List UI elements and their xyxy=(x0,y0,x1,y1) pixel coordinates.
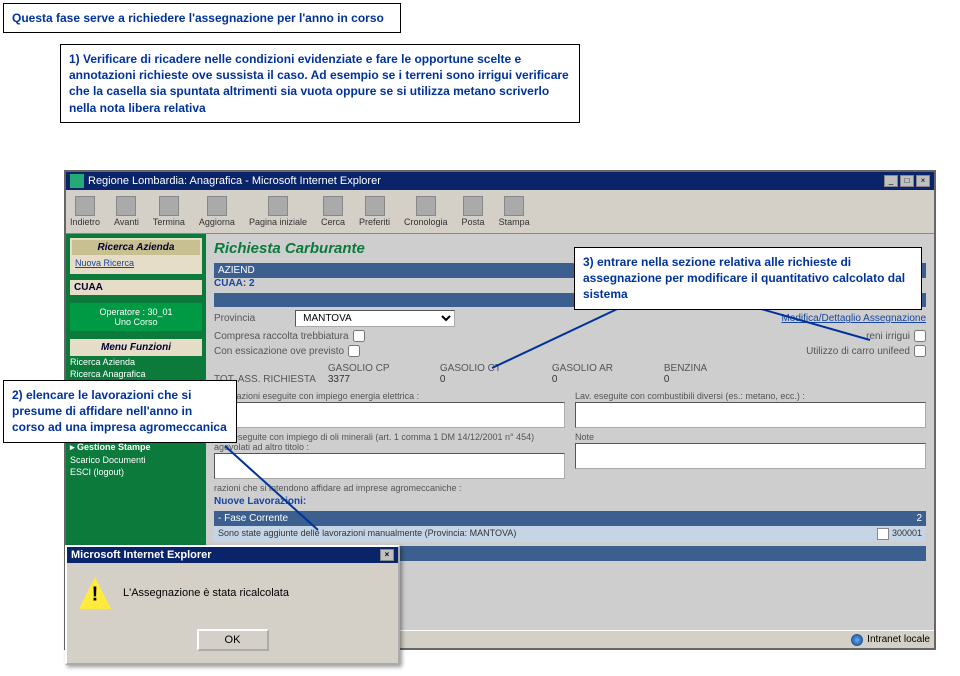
nuova-ricerca-link[interactable]: Nuova Ricerca xyxy=(75,258,134,268)
menu-gestione-stampe[interactable]: ▸ Gestione Stampe xyxy=(70,441,202,454)
cuaa-label: CUAA xyxy=(70,280,202,295)
fase-corrente-bar: - Fase Corrente 2 xyxy=(214,511,926,526)
chk-irrigui-label: reni irrigui xyxy=(866,331,910,342)
provincia-label: Provincia xyxy=(214,313,255,324)
maximize-button[interactable]: □ xyxy=(900,175,914,187)
ta-note[interactable] xyxy=(575,443,926,469)
gasolio-ct-value: 0 xyxy=(440,374,540,385)
chk-trebbiatura[interactable] xyxy=(353,330,365,342)
close-button[interactable]: × xyxy=(916,175,930,187)
chk-unifeed[interactable] xyxy=(914,345,926,357)
ie-toolbar: Indietro Avanti Termina Aggiorna Pagina … xyxy=(66,190,934,234)
callout-step-1: 1) Verificare di ricadere nelle condizio… xyxy=(60,44,580,123)
toolbar-stop[interactable]: Termina xyxy=(153,196,185,227)
chk-essicazione-label: Con essicazione ove previsto xyxy=(214,346,344,357)
menu-ricerca-anagrafica[interactable]: Ricerca Anagrafica xyxy=(70,368,202,380)
gasolio-cp-value: 3377 xyxy=(328,374,428,385)
callout-step-3: 3) entrare nella sezione relativa alle r… xyxy=(574,247,922,310)
ie-icon xyxy=(70,174,84,188)
sidebar-ricerca-title: Ricerca Azienda xyxy=(72,240,200,255)
chk-essicazione[interactable] xyxy=(348,345,360,357)
toolbar-history[interactable]: Cronologia xyxy=(404,196,448,227)
warning-icon xyxy=(79,577,111,609)
ta-combustibili-diversi[interactable] xyxy=(575,402,926,428)
toolbar-refresh[interactable]: Aggiorna xyxy=(199,196,235,227)
dialog-close-button[interactable]: × xyxy=(380,549,394,561)
menu-scarico-documenti[interactable]: Scarico Documenti xyxy=(70,454,202,466)
operator-box: Operatore : 30_01 Uno Corso xyxy=(70,303,202,331)
toolbar-favorites[interactable]: Preferiti xyxy=(359,196,390,227)
ta2-label: Lav. eseguite con combustibili diversi (… xyxy=(575,391,926,401)
document-icon[interactable] xyxy=(877,528,889,540)
ta-oli-minerali[interactable] xyxy=(214,453,565,479)
dialog-titlebar: Microsoft Internet Explorer × xyxy=(67,547,398,563)
toolbar-forward[interactable]: Avanti xyxy=(114,196,139,227)
agromeccaniche-label: razioni che si intendono affidare ad imp… xyxy=(214,483,926,493)
toolbar-home[interactable]: Pagina iniziale xyxy=(249,196,307,227)
minimize-button[interactable]: _ xyxy=(884,175,898,187)
doc-number: 300001 xyxy=(892,528,922,540)
alert-dialog: Microsoft Internet Explorer × L'Assegnaz… xyxy=(65,545,400,665)
window-title: Regione Lombardia: Anagrafica - Microsof… xyxy=(88,175,381,187)
gasolio-ar-value: 0 xyxy=(552,374,652,385)
menu-ricerca-azienda[interactable]: Ricerca Azienda xyxy=(70,356,202,368)
chk-irrigui[interactable] xyxy=(914,330,926,342)
menu-funzioni-header: Menu Funzioni xyxy=(70,339,202,356)
provincia-select[interactable]: MANTOVA xyxy=(295,310,455,327)
fuel-table: TOT. ASS. RICHIESTA GASOLIO CP3377 GASOL… xyxy=(214,363,926,385)
chk-trebbiatura-label: Compresa raccolta trebbiatura xyxy=(214,331,349,342)
ta3-label: Lav. eseguite con impiego di oli mineral… xyxy=(214,432,565,452)
modifica-dettaglio-link[interactable]: Modifica/Dettaglio Assegnazione xyxy=(781,313,926,324)
callout-phase: Questa fase serve a richiedere l'assegna… xyxy=(3,3,401,33)
nuove-lavorazioni-link[interactable]: Nuove Lavorazioni: xyxy=(214,496,926,507)
ta4-label: Note xyxy=(575,432,926,442)
benzina-value: 0 xyxy=(664,374,764,385)
toolbar-back[interactable]: Indietro xyxy=(70,196,100,227)
toolbar-search[interactable]: Cerca xyxy=(321,196,345,227)
callout-step-2: 2) elencare le lavorazioni che si presum… xyxy=(3,380,237,443)
toolbar-mail[interactable]: Posta xyxy=(462,196,485,227)
menu-esci[interactable]: ESCI (logout) xyxy=(70,466,202,478)
chk-unifeed-label: Utilizzo di carro unifeed xyxy=(806,346,910,357)
toolbar-print[interactable]: Stampa xyxy=(499,196,530,227)
window-titlebar: Regione Lombardia: Anagrafica - Microsof… xyxy=(66,172,934,190)
ta1-label: Lavorazioni eseguite con impiego energia… xyxy=(214,391,565,401)
dialog-message: L'Assegnazione è stata ricalcolata xyxy=(123,587,289,599)
ok-button[interactable]: OK xyxy=(197,629,269,651)
zone-text: Intranet locale xyxy=(867,634,930,645)
zone-icon xyxy=(851,634,863,646)
fase-note: Sono state aggiunte delle lavorazioni ma… xyxy=(214,526,926,542)
ta-energia-elettrica[interactable] xyxy=(214,402,565,428)
